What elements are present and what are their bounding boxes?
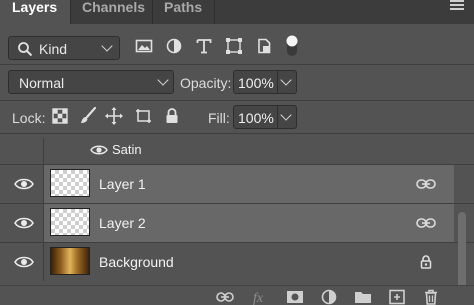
fill-label: Fill:	[208, 110, 230, 126]
fill-value: 100%	[238, 110, 274, 126]
filter-toggle-switch[interactable]	[284, 33, 300, 59]
new-group-icon[interactable]	[354, 289, 372, 305]
scrollbar-thumb[interactable]	[458, 212, 466, 292]
layer-thumbnail	[50, 247, 90, 275]
lock-position-icon[interactable]	[104, 106, 124, 126]
filter-kind-label: Kind	[39, 41, 68, 57]
layer-row[interactable]: Layer 1	[0, 165, 454, 203]
effect-name: Satin	[112, 142, 142, 157]
image-filter-icon[interactable]	[134, 36, 154, 56]
tab-layers[interactable]: Layers	[0, 0, 70, 24]
opacity-label: Opacity:	[180, 75, 232, 91]
opacity-value: 100%	[238, 75, 274, 91]
tab-paths[interactable]: Paths	[154, 0, 214, 24]
tab-channels[interactable]: Channels	[72, 0, 152, 24]
lock-all-icon[interactable]	[162, 106, 182, 126]
lock-image-pixels-icon[interactable]	[78, 106, 98, 126]
divider	[0, 133, 474, 134]
layer-row[interactable]: Background	[0, 243, 454, 281]
new-layer-icon[interactable]	[388, 289, 406, 305]
layer-row[interactable]: Layer 2	[0, 204, 454, 242]
shape-filter-icon[interactable]	[224, 36, 244, 56]
smart-object-filter-icon[interactable]	[254, 36, 274, 56]
search-icon	[18, 42, 33, 57]
panel-menu-icon[interactable]	[450, 0, 464, 10]
visibility-column	[0, 138, 44, 164]
link-icon	[416, 179, 436, 189]
delete-icon[interactable]	[422, 289, 440, 305]
link-layers-icon[interactable]	[216, 289, 234, 305]
tab-separator	[214, 0, 215, 24]
lock-artboard-icon[interactable]	[133, 106, 153, 126]
lock-icon	[420, 255, 432, 269]
divider	[0, 100, 474, 101]
panel-tab-bar: Layers Channels Paths	[0, 0, 474, 24]
opacity-field[interactable]: 100%	[233, 70, 297, 94]
layer-name: Layer 2	[99, 215, 146, 231]
eye-icon[interactable]	[90, 144, 108, 156]
tab-separator	[152, 0, 153, 24]
blend-mode-label: Normal	[19, 75, 65, 91]
svg-text:fx: fx	[253, 291, 264, 305]
eye-icon[interactable]	[14, 177, 34, 191]
chevron-down-icon	[101, 40, 113, 52]
layer-mask-icon[interactable]	[286, 289, 304, 305]
chevron-down-icon[interactable]	[280, 74, 292, 86]
filter-kind-select[interactable]: Kind	[8, 36, 120, 60]
chevron-down-icon	[157, 74, 169, 86]
layer-name: Background	[99, 254, 174, 270]
fx-icon[interactable]: fx	[252, 289, 270, 305]
type-filter-icon[interactable]	[194, 36, 214, 56]
eye-icon[interactable]	[14, 255, 34, 269]
tab-separator	[70, 0, 71, 24]
lock-label: Lock:	[12, 110, 46, 126]
eye-icon[interactable]	[14, 216, 34, 230]
chevron-down-icon[interactable]	[280, 109, 292, 121]
divider	[0, 64, 474, 65]
layer-name: Layer 1	[99, 176, 146, 192]
fill-field[interactable]: 100%	[233, 105, 297, 129]
bottom-toolbar: fx	[0, 285, 474, 305]
link-icon	[416, 218, 436, 228]
layer-thumbnail	[50, 169, 90, 197]
effect-row-satin[interactable]: Satin	[0, 138, 454, 164]
adjustment-layer-icon[interactable]	[320, 289, 338, 305]
adjustment-filter-icon[interactable]	[164, 36, 184, 56]
layer-thumbnail	[50, 208, 90, 236]
blend-mode-select[interactable]: Normal	[8, 70, 174, 94]
lock-transparent-pixels-icon[interactable]	[50, 106, 70, 126]
